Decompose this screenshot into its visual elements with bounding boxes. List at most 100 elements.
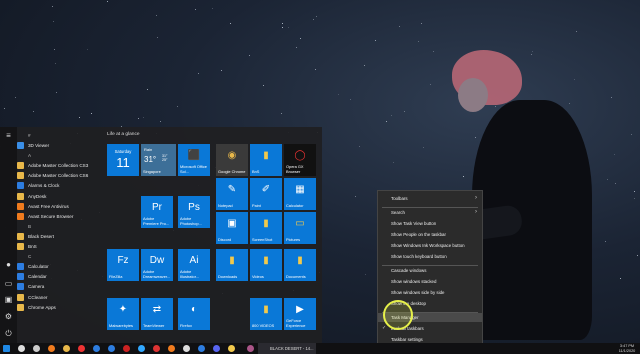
app-list-letter[interactable]: A [17, 151, 103, 160]
pictures-tile[interactable]: ▭ Pictures [284, 212, 316, 244]
app-icon [17, 273, 24, 281]
app-list-item[interactable]: Alarms & Clock [17, 181, 103, 190]
premiere-tile[interactable]: Pr Adobe Premiere Pro... [141, 196, 173, 228]
illustrator-tile[interactable]: Ai Adobe Illustrator... [178, 249, 210, 281]
app-list-item[interactable]: Black Desert [17, 232, 103, 241]
menu-item-show-touch-keyboard-button[interactable]: Show touch keyboard button [378, 252, 482, 261]
menu-item-cascade-windows[interactable]: Cascade windows [378, 266, 482, 275]
geforce-icon: ▶ [296, 303, 304, 315]
chrome-tile[interactable]: ◉ Google Chrome [216, 144, 248, 176]
app-list-item[interactable]: Adobe Master Collection CS3 [17, 161, 103, 170]
tile-label: Downloads [218, 273, 238, 279]
menu-item-show-people-on-the-taskbar[interactable]: Show People on the taskbar [378, 230, 482, 239]
app-list-item[interactable]: Camera [17, 282, 103, 291]
taskbar-active-window[interactable]: BLACK DESERT - 14... [258, 343, 316, 354]
app-icon [17, 202, 24, 210]
settings-icon[interactable]: ⚙ [4, 312, 13, 321]
vpn-icon[interactable] [93, 345, 100, 352]
screenshot-icon: ▮ [263, 217, 269, 229]
search-icon[interactable] [18, 345, 25, 352]
app-list-letter[interactable]: C [17, 252, 103, 261]
tile-label: Google Chrome [218, 168, 246, 174]
calculator-tile[interactable]: ▦ Calculator [284, 178, 316, 210]
opera-tile[interactable]: ◯ Opera GX Browser [284, 144, 316, 176]
menu-item-label: Show Task View button [391, 221, 437, 226]
menu-item-show-windows-ink-workspace-button[interactable]: Show Windows Ink Workspace button [378, 241, 482, 250]
app-list-item[interactable]: AnyDesk [17, 192, 103, 201]
app-list-item[interactable]: Chrome Apps [17, 303, 103, 312]
hamburger-icon[interactable]: ≡ [4, 131, 13, 140]
app-icon [17, 162, 24, 170]
office-tile[interactable]: ⬛ Microsoft Office Sol... [178, 144, 210, 176]
app-list-item[interactable]: BnS [17, 242, 103, 251]
bns-tile[interactable]: ▮ BnS [250, 144, 282, 176]
weather-tile[interactable]: Rain 31° 31° 25° Singapore [141, 144, 176, 176]
user-icon[interactable]: ● [4, 260, 13, 269]
menu-item-show-windows-side-by-side[interactable]: Show windows side by side [378, 288, 482, 297]
videos-tile[interactable]: ▮ Videos [250, 249, 282, 281]
calculator-icon: ▦ [295, 183, 305, 195]
app-list-item[interactable]: 3D Viewer [17, 141, 103, 150]
dreamweaver-icon: Dw [149, 254, 165, 266]
avast-icon[interactable] [48, 345, 55, 352]
app-label: Avast Secure Browser [28, 213, 74, 219]
pictures-icon[interactable]: ▣ [4, 295, 13, 304]
app-list-item[interactable]: Calendar [17, 272, 103, 281]
app-list-letter[interactable]: # [17, 131, 103, 140]
mail-icon[interactable] [183, 345, 190, 352]
dreamweaver-tile[interactable]: Dw Adobe Dreamweaver... [141, 249, 173, 281]
documents-tile[interactable]: ▮ Documents [284, 249, 316, 281]
photoshop-tile[interactable]: Ps Adobe Photoshop... [178, 196, 210, 228]
app-list-item[interactable]: Adobe Master Collection CS6 [17, 171, 103, 180]
firefox-tile[interactable]: ◐ Firefox [178, 298, 210, 330]
calendar-tile[interactable]: Saturday 11 [107, 144, 139, 176]
videos800-tile[interactable]: ▮ 800 VIDEOS [250, 298, 282, 330]
app-icon [17, 293, 24, 301]
menu-item-show-windows-stacked[interactable]: Show windows stacked [378, 277, 482, 286]
windows-start-icon[interactable] [3, 345, 10, 352]
teamviewer-icon[interactable] [108, 345, 115, 352]
screenshot-tile[interactable]: ▮ ScreenShot [250, 212, 282, 244]
discord-tile[interactable]: ▣ Discord [216, 212, 248, 244]
notepad-tile[interactable]: ✎ Notepad [216, 178, 248, 210]
app-list-item[interactable]: CCleaner [17, 293, 103, 302]
app-label: Adobe Master Collection CS3 [28, 163, 89, 169]
teamviewer-tile[interactable]: ⇄ TeamViewer [141, 298, 173, 330]
black-desert-icon[interactable] [247, 345, 254, 352]
tile-label: Calculator [286, 202, 304, 208]
downloads-tile[interactable]: ▮ Downloads [216, 249, 248, 281]
app-list-letter[interactable]: B [17, 222, 103, 231]
filezilla-tile[interactable]: Fz FileZilla [107, 249, 139, 281]
app-list-item[interactable]: Avast Free Antivirus [17, 202, 103, 211]
geforce-tile[interactable]: ▶ GeForce Experience [284, 298, 316, 330]
file-explorer-icon[interactable] [228, 345, 235, 352]
app-list-item[interactable]: Avast Secure Browser [17, 212, 103, 221]
tile-label: Adobe Photoshop... [180, 216, 202, 226]
chrome-icon: ◉ [227, 149, 237, 161]
power-icon[interactable]: ⏻ [4, 329, 13, 338]
menu-item-search[interactable]: Search › [378, 208, 482, 217]
menu-item-show-task-view-button[interactable]: Show Task View button [378, 219, 482, 228]
clock[interactable]: 3:47 PM 11/1/2020 [614, 344, 640, 353]
calendar-day-number: 11 [116, 155, 130, 170]
malwarebytes-tile[interactable]: ✦ Malwarebytes [107, 298, 139, 330]
store-icon[interactable] [198, 345, 205, 352]
app-label: # [28, 133, 31, 138]
menu-item-toolbars[interactable]: Toolbars › [378, 194, 482, 203]
chevron-right-icon: › [475, 209, 477, 215]
app-list-item[interactable]: Calculator [17, 262, 103, 271]
firefox-icon: ◐ [190, 303, 198, 315]
filezilla-icon[interactable] [123, 345, 130, 352]
photoshop-icon[interactable] [138, 345, 145, 352]
chrome-icon[interactable] [63, 345, 70, 352]
documents-icon[interactable]: ▭ [4, 279, 13, 288]
opera-icon[interactable] [78, 345, 85, 352]
paint-tile[interactable]: ✐ Paint [250, 178, 282, 210]
discord-icon[interactable] [213, 345, 220, 352]
app-icon [17, 142, 24, 150]
tile-label: TeamViewer [143, 322, 165, 328]
firefox-icon[interactable] [168, 345, 175, 352]
opera-gx-icon[interactable] [153, 345, 160, 352]
tile-label: Pictures [286, 236, 301, 242]
task-view-icon[interactable] [33, 345, 40, 352]
